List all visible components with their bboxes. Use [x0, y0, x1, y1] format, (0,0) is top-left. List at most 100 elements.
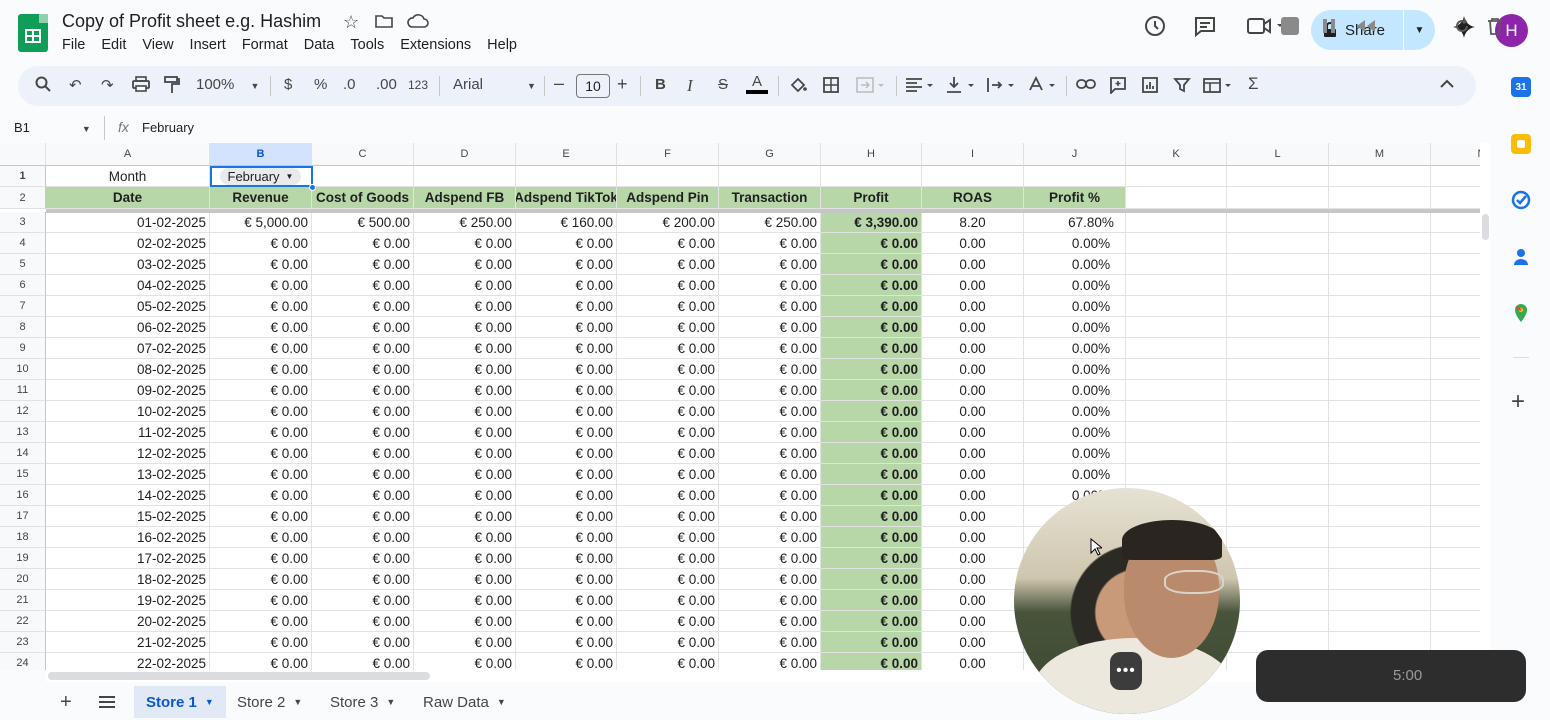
row-header-19[interactable]: 19 — [0, 548, 46, 569]
row-header-17[interactable]: 17 — [0, 506, 46, 527]
column-header-l[interactable]: L — [1227, 143, 1329, 166]
column-header-f[interactable]: F — [617, 143, 719, 166]
table-cell[interactable]: € 0.00 — [210, 569, 312, 590]
table-cell[interactable]: 0.00 — [922, 590, 1024, 611]
table-cell[interactable]: € 0.00 — [210, 317, 312, 338]
table-cell[interactable]: € 0.00 — [617, 296, 719, 317]
table-cell[interactable]: € 0.00 — [312, 527, 414, 548]
table-cell[interactable]: € 0.00 — [312, 506, 414, 527]
table-cell[interactable]: 17-02-2025 — [46, 548, 210, 569]
table-cell[interactable]: € 250.00 — [414, 212, 516, 233]
sheet-tab-store-3[interactable]: Store 3 ▼ — [318, 686, 407, 718]
empty-cell[interactable] — [922, 166, 1024, 187]
empty-cell[interactable] — [1329, 569, 1431, 590]
table-cell[interactable]: € 0.00 — [414, 254, 516, 275]
sheet-tab-store-1[interactable]: Store 1 ▼ — [134, 686, 226, 718]
empty-cell[interactable] — [1227, 548, 1329, 569]
table-cell[interactable]: € 500.00 — [312, 212, 414, 233]
table-cell[interactable]: € 0.00 — [617, 422, 719, 443]
empty-cell[interactable] — [312, 166, 414, 187]
menu-extensions[interactable]: Extensions — [400, 37, 471, 53]
table-cell[interactable]: € 0.00 — [210, 611, 312, 632]
italic-button[interactable]: I — [687, 76, 693, 96]
menu-help[interactable]: Help — [487, 37, 517, 53]
row-header-23[interactable]: 23 — [0, 632, 46, 653]
table-cell[interactable]: € 0.00 — [414, 611, 516, 632]
table-cell[interactable]: € 0.00 — [719, 338, 821, 359]
row-header-21[interactable]: 21 — [0, 590, 46, 611]
table-cell[interactable]: € 0.00 — [414, 296, 516, 317]
table-cell[interactable]: € 0.00 — [617, 464, 719, 485]
empty-cell[interactable] — [1329, 317, 1431, 338]
table-header-cell[interactable]: Adspend TikTok — [516, 187, 617, 209]
menu-tools[interactable]: Tools — [350, 37, 384, 53]
empty-cell[interactable] — [414, 166, 516, 187]
empty-cell[interactable] — [1227, 401, 1329, 422]
percent-format-button[interactable]: % — [314, 76, 327, 93]
table-cell[interactable]: € 0.00 — [312, 338, 414, 359]
table-cell[interactable]: € 0.00 — [821, 338, 922, 359]
table-cell[interactable]: 08-02-2025 — [46, 359, 210, 380]
table-cell[interactable]: € 0.00 — [617, 485, 719, 506]
stop-recording-icon[interactable] — [1278, 14, 1302, 38]
paint-format-icon[interactable] — [164, 76, 180, 98]
empty-cell[interactable] — [821, 166, 922, 187]
table-cell[interactable]: € 0.00 — [312, 611, 414, 632]
table-cell[interactable]: € 0.00 — [312, 443, 414, 464]
table-cell[interactable]: 0.00% — [1024, 359, 1126, 380]
table-cell[interactable]: 0.00% — [1024, 233, 1126, 254]
row-header-5[interactable]: 5 — [0, 254, 46, 275]
fill-handle[interactable] — [309, 184, 316, 191]
empty-cell[interactable] — [1227, 317, 1329, 338]
empty-cell[interactable] — [1329, 590, 1431, 611]
table-cell[interactable]: € 0.00 — [414, 275, 516, 296]
table-cell[interactable]: € 0.00 — [414, 380, 516, 401]
table-cell[interactable]: 13-02-2025 — [46, 464, 210, 485]
table-cell[interactable]: € 0.00 — [414, 359, 516, 380]
horizontal-scroll-thumb[interactable] — [48, 672, 430, 680]
empty-cell[interactable] — [1227, 187, 1329, 209]
empty-cell[interactable] — [1126, 317, 1227, 338]
table-cell[interactable]: € 0.00 — [617, 443, 719, 464]
empty-cell[interactable] — [1227, 275, 1329, 296]
table-cell[interactable]: € 0.00 — [617, 632, 719, 653]
empty-cell[interactable] — [1329, 212, 1431, 233]
table-cell[interactable]: € 0.00 — [210, 653, 312, 670]
menu-format[interactable]: Format — [242, 37, 288, 53]
table-cell[interactable]: € 0.00 — [414, 590, 516, 611]
move-folder-icon[interactable] — [375, 12, 393, 35]
row-header-8[interactable]: 8 — [0, 317, 46, 338]
table-cell[interactable]: € 0.00 — [414, 338, 516, 359]
table-cell[interactable]: € 0.00 — [210, 506, 312, 527]
font-size-decrease-icon[interactable]: – — [554, 73, 564, 94]
table-cell[interactable]: € 0.00 — [414, 569, 516, 590]
document-title[interactable]: Copy of Profit sheet e.g. Hashim — [62, 11, 321, 32]
table-cell[interactable]: € 0.00 — [516, 233, 617, 254]
table-cell[interactable]: € 0.00 — [312, 653, 414, 670]
insert-chart-icon[interactable] — [1141, 76, 1159, 98]
empty-cell[interactable] — [1227, 380, 1329, 401]
table-cell[interactable]: € 0.00 — [719, 275, 821, 296]
empty-cell[interactable] — [1126, 212, 1227, 233]
table-cell[interactable]: 04-02-2025 — [46, 275, 210, 296]
empty-cell[interactable] — [516, 166, 617, 187]
freeze-divider[interactable] — [46, 209, 1480, 213]
table-cell[interactable]: 0.00 — [922, 485, 1024, 506]
table-cell[interactable]: 09-02-2025 — [46, 380, 210, 401]
table-cell[interactable]: € 0.00 — [617, 590, 719, 611]
table-cell[interactable]: € 0.00 — [516, 422, 617, 443]
table-cell[interactable]: € 0.00 — [516, 527, 617, 548]
collapse-menus-icon[interactable] — [1440, 76, 1454, 93]
tasks-icon[interactable] — [1511, 190, 1531, 210]
table-cell[interactable]: 0.00 — [922, 254, 1024, 275]
empty-cell[interactable] — [1126, 380, 1227, 401]
table-cell[interactable]: € 0.00 — [617, 338, 719, 359]
table-cell[interactable]: 0.00 — [922, 233, 1024, 254]
empty-cell[interactable] — [1126, 422, 1227, 443]
table-cell[interactable]: € 0.00 — [719, 233, 821, 254]
table-cell[interactable]: 0.00 — [922, 569, 1024, 590]
spreadsheet-grid[interactable]: ABCDEFGHIJKLMN12345678910111213141516171… — [0, 143, 1490, 670]
column-header-c[interactable]: C — [312, 143, 414, 166]
calendar-icon[interactable]: 31 — [1511, 77, 1531, 97]
table-cell[interactable]: 07-02-2025 — [46, 338, 210, 359]
